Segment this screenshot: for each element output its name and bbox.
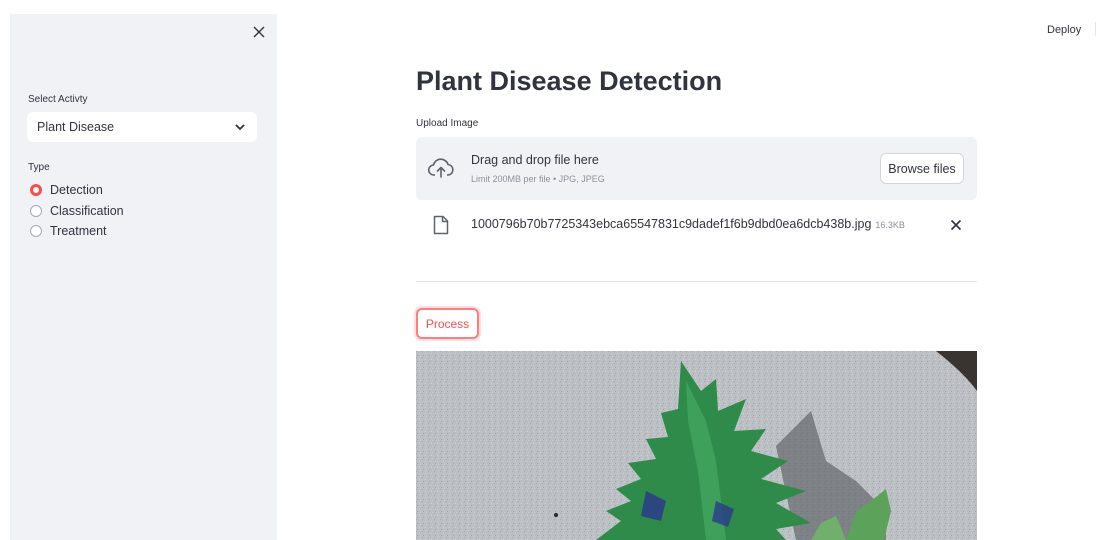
type-label: Type [28, 162, 50, 173]
remove-file-icon[interactable] [948, 217, 964, 233]
radio-treatment[interactable]: Treatment [30, 221, 124, 242]
type-radio-group: Detection Classification Treatment [30, 180, 124, 242]
deploy-button[interactable]: Deploy [1047, 24, 1081, 36]
radio-label: Treatment [50, 224, 107, 239]
file-icon [433, 215, 449, 235]
chevron-down-icon [235, 123, 245, 130]
dropzone-title: Drag and drop file here [471, 153, 599, 167]
radio-label: Detection [50, 183, 103, 198]
close-sidebar-button[interactable] [249, 22, 269, 42]
radio-label: Classification [50, 203, 124, 218]
sidebar: Select Activty Plant Disease Type Detect… [10, 14, 277, 540]
dropzone-limit: Limit 200MB per file • JPG, JPEG [471, 174, 605, 184]
file-name: 1000796b70b7725343ebca65547831c9dadef1f6… [471, 217, 905, 231]
radio-dot [30, 225, 42, 238]
browse-files-button[interactable]: Browse files [880, 153, 964, 184]
file-size: 16.3KB [875, 220, 905, 230]
leaf-image-graphic [416, 351, 977, 540]
radio-classification[interactable]: Classification [30, 201, 124, 222]
uploaded-file-row: 1000796b70b7725343ebca65547831c9dadef1f6… [416, 212, 977, 238]
process-button[interactable]: Process [416, 308, 479, 339]
radio-dot-selected [30, 184, 42, 197]
close-icon [253, 26, 265, 38]
page-title: Plant Disease Detection [416, 66, 723, 96]
select-activity-dropdown[interactable]: Plant Disease [27, 112, 257, 142]
file-dropzone[interactable]: Drag and drop file here Limit 200MB per … [416, 137, 977, 200]
cloud-upload-icon [428, 158, 454, 178]
file-name-text: 1000796b70b7725343ebca65547831c9dadef1f6… [471, 217, 872, 231]
header-divider [1095, 22, 1096, 36]
radio-detection[interactable]: Detection [30, 180, 124, 201]
select-activity-value: Plant Disease [37, 120, 115, 134]
section-divider [416, 281, 977, 282]
uploaded-leaf-image [416, 351, 977, 540]
upload-label: Upload Image [416, 118, 479, 129]
select-activity-label: Select Activty [28, 94, 88, 105]
radio-dot [30, 204, 42, 217]
